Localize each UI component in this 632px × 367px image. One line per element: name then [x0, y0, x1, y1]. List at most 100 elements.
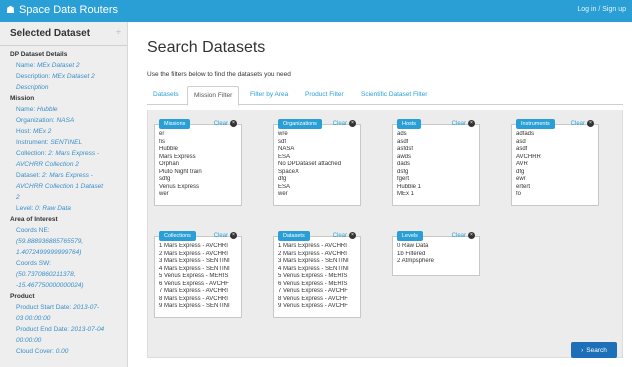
tab-filter-by-area[interactable]: Filter by Area	[250, 91, 288, 98]
list-item[interactable]: ertert	[516, 184, 596, 192]
levels-filter-label: Levels	[397, 231, 423, 241]
tab-datasets[interactable]: Datasets	[153, 91, 179, 98]
missions-listbox[interactable]: er fis Hubble Mars Express Orphan Pluto Night…	[159, 131, 239, 203]
list-item[interactable]: ESA	[278, 184, 358, 192]
list-item[interactable]: ads	[397, 131, 477, 139]
sidebar-field: Dataset: 2: Mars Express -	[10, 170, 127, 181]
dataset-details: DP Dataset Details Name: MEx Dataset 2 Des…	[0, 46, 127, 357]
list-item[interactable]: awds	[397, 154, 477, 162]
chevron-right-icon: ›	[581, 346, 584, 354]
sidebar-field: Instrument: SENTINEL	[10, 137, 127, 148]
list-item[interactable]: Orphan	[159, 161, 239, 169]
list-item[interactable]: dsfg	[397, 169, 477, 177]
datasets-listbox[interactable]: 1 Mars Express - AVCHRI 2 Mars Express - …	[278, 243, 358, 315]
collections-listbox[interactable]: 1 Mars Express - AVCHRI 2 Mars Express - …	[159, 243, 239, 315]
instruments-clear-button[interactable]: Clear ×	[571, 120, 594, 127]
list-item[interactable]: Pluto Night train	[159, 169, 239, 177]
list-item[interactable]: sdfg	[159, 176, 239, 184]
list-item[interactable]: Venus Express	[159, 184, 239, 192]
list-item[interactable]: fo	[516, 191, 596, 199]
sidebar-field: (50.7370860211378,	[10, 269, 127, 280]
list-item[interactable]: 3 Mars Express - SENTINI	[278, 258, 358, 266]
list-item[interactable]: wre	[278, 131, 358, 139]
list-item[interactable]: sdf	[278, 139, 358, 147]
list-item[interactable]: 2 Atmpsphere	[397, 258, 477, 266]
list-item[interactable]: asfdsf	[397, 146, 477, 154]
list-item[interactable]: dfg	[516, 169, 596, 177]
list-item[interactable]: NASA	[278, 146, 358, 154]
list-item[interactable]: ESA	[278, 154, 358, 162]
list-item[interactable]: fis	[159, 139, 239, 147]
list-item[interactable]: dfg	[278, 176, 358, 184]
levels-listbox[interactable]: 0 Raw Data 1b Filtered 2 Atmpsphere	[397, 243, 477, 273]
list-item[interactable]: 6 Venus Express - MERIS	[278, 281, 358, 289]
hosts-listbox[interactable]: ads asdf asfdsf awds dads dsfg fgert Hubble 1 ME…	[397, 131, 477, 203]
list-item[interactable]: wer	[278, 191, 358, 199]
list-item[interactable]: 4 Mars Express - SENTINI	[159, 266, 239, 274]
clear-label: Clear	[213, 232, 228, 239]
sidebar-field-value: -15.467750000000024)	[16, 282, 84, 289]
instruments-listbox[interactable]: adfads asd asdf AVCHRR AVR dfg ewr ertert fo	[516, 131, 596, 203]
list-item[interactable]: 0 Raw Data	[397, 243, 477, 251]
brand-link[interactable]: ☗ Space Data Routers	[6, 4, 118, 16]
clear-label: Clear	[332, 120, 347, 127]
list-item[interactable]: dads	[397, 161, 477, 169]
list-item[interactable]: asd	[516, 139, 596, 147]
list-item[interactable]: 9 Mars Express - SENTINI	[159, 303, 239, 311]
search-button[interactable]: › Search	[571, 342, 617, 358]
list-item[interactable]: 5 Venus Express - MERIS	[278, 273, 358, 281]
list-item[interactable]: asdf	[516, 146, 596, 154]
hosts-clear-button[interactable]: Clear ×	[452, 120, 475, 127]
list-item[interactable]: 8 Venus Express - AVCHF	[278, 296, 358, 304]
close-icon: ×	[349, 232, 356, 239]
sidebar-field-value: 0: Raw Data	[35, 205, 71, 212]
list-item[interactable]: adfads	[516, 131, 596, 139]
list-item[interactable]: 3 Mars Express - SENTINI	[159, 258, 239, 266]
missions-clear-button[interactable]: Clear ×	[214, 120, 237, 127]
list-item[interactable]: No DPDataset attached	[278, 161, 358, 169]
list-item[interactable]: 9 Venus Express - AVCHF	[278, 303, 358, 311]
list-item[interactable]: 1 Mars Express - AVCHRI	[278, 243, 358, 251]
tab-mission-filter[interactable]: Mission Filter	[187, 86, 240, 106]
list-item[interactable]: Hubble	[159, 146, 239, 154]
collections-clear-button[interactable]: Clear ×	[214, 232, 237, 239]
list-item[interactable]: Hubble 1	[397, 184, 477, 192]
list-item[interactable]: 5 Venus Express - MERIS	[159, 273, 239, 281]
list-item[interactable]: wer	[159, 191, 239, 199]
list-item[interactable]: ewr	[516, 176, 596, 184]
organizations-filter-label: Organizations	[278, 119, 322, 129]
list-item[interactable]: AVR	[516, 161, 596, 169]
list-item[interactable]: 2 Mars Express - AVCHRI	[159, 251, 239, 259]
sidebar-field: -15.467750000000024)	[10, 280, 127, 291]
list-item[interactable]: 8 Mars Express - AVCHRI	[159, 296, 239, 304]
list-item[interactable]: 6 Venus Express - AVCHF	[159, 281, 239, 289]
tab-scientific-dataset-filter[interactable]: Scientific Dataset Filter	[361, 91, 427, 98]
organizations-clear-button[interactable]: Clear ×	[333, 120, 356, 127]
list-item[interactable]: 7 Venus Express - AVCHF	[278, 288, 358, 296]
levels-clear-button[interactable]: Clear ×	[452, 232, 475, 239]
list-item[interactable]: 4 Mars Express - SENTINI	[278, 266, 358, 274]
tab-product-filter[interactable]: Product Filter	[305, 91, 344, 98]
sidebar-field-value: 2013-07-04	[70, 326, 105, 333]
datasets-clear-button[interactable]: Clear ×	[333, 232, 356, 239]
list-item[interactable]: 1b Filtered	[397, 251, 477, 259]
list-item[interactable]: 7 Mars Express - AVCHRI	[159, 288, 239, 296]
login-signup-link[interactable]: Log in / Sign up	[577, 6, 626, 13]
list-item[interactable]: 2 Mars Express - AVCHRI	[278, 251, 358, 259]
close-icon: ×	[230, 120, 237, 127]
organizations-listbox[interactable]: wre sdf NASA ESA No DPDataset attached SpaceX…	[278, 131, 358, 203]
list-item[interactable]: asdf	[397, 139, 477, 147]
list-item[interactable]: fgert	[397, 176, 477, 184]
collapse-toggle-icon[interactable]: ÷	[116, 27, 121, 37]
list-item[interactable]: MEx 1	[397, 191, 477, 199]
selected-dataset-sidebar: Selected Dataset ÷ DP Dataset Details Nam…	[0, 22, 128, 367]
sidebar-field: Name: Hubble	[10, 104, 127, 115]
sidebar-field-value: 03 00:00:00	[16, 315, 51, 322]
list-item[interactable]: SpaceX	[278, 169, 358, 177]
list-item[interactable]: er	[159, 131, 239, 139]
list-item[interactable]: AVCHRR	[516, 154, 596, 162]
sidebar-field: Description	[10, 82, 127, 93]
sidebar-section-heading: Mission	[10, 95, 35, 102]
list-item[interactable]: Mars Express	[159, 154, 239, 162]
list-item[interactable]: 1 Mars Express - AVCHRI	[159, 243, 239, 251]
